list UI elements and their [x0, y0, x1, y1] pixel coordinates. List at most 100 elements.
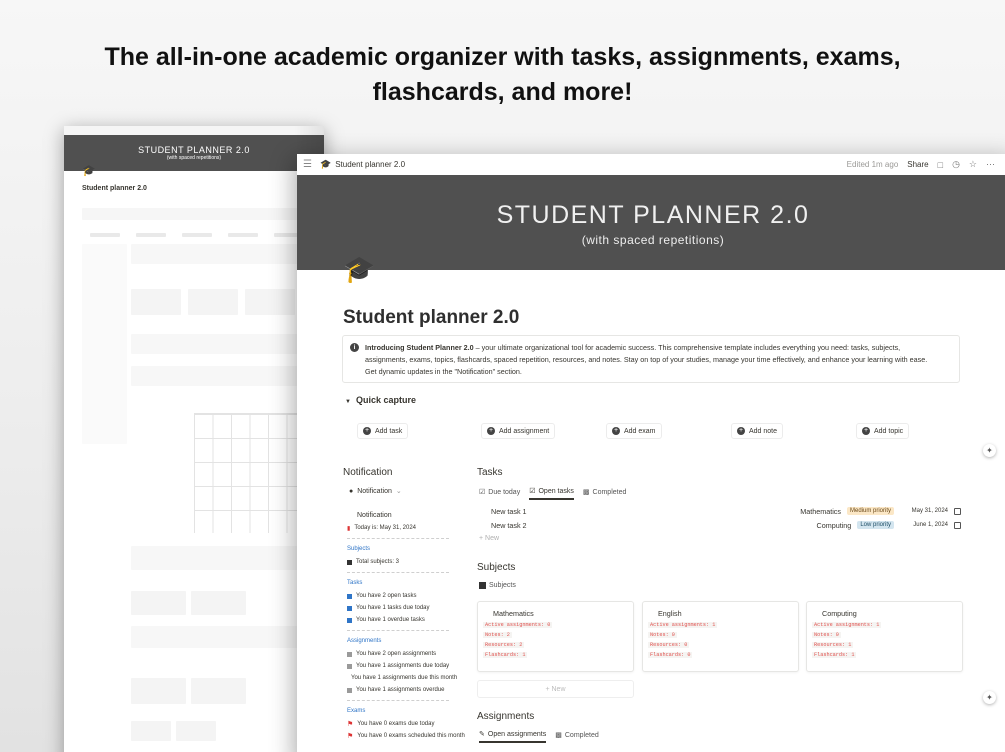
today-text: Today is: May 31, 2024 [354, 525, 417, 531]
tab-open-assignments[interactable]: ✎ Open assignments [479, 730, 547, 743]
card-title: English [658, 609, 682, 618]
task-checkbox[interactable] [954, 507, 961, 515]
button-label: Add exam [624, 427, 656, 435]
cover-banner: STUDENT PLANNER 2.0 (with spaced repetit… [297, 175, 1005, 270]
tab-label: Open assignments [487, 730, 547, 738]
task-date: June 1, 2024 [913, 522, 948, 528]
marketing-headline: The all-in-one academic organizer with t… [0, 40, 1005, 110]
table-row[interactable]: New task 2 Computing Low priority June 1… [491, 518, 961, 532]
back-cover-subtitle: (with spaced repetitions) [166, 155, 222, 161]
callout-bold: Introducing Student Planner 2.0 [365, 343, 474, 352]
menu-icon[interactable]: ☰ [303, 159, 312, 170]
flag-icon: ⚑ [347, 733, 354, 740]
tab-completed-assignments[interactable]: ▩ Completed [555, 730, 598, 743]
table-row[interactable]: New task 1 Mathematics Medium priority M… [491, 504, 961, 518]
tab-label: Completed [564, 731, 599, 739]
subject-card-computing[interactable]: Computing Active assignments: 1 Notes: 0… [806, 601, 963, 672]
assignments-tabs: ✎ Open assignments ▩ Completed [479, 730, 599, 743]
back-spaced-repetition [131, 626, 321, 648]
back-qc-button [228, 233, 258, 237]
tab-label: Completed [592, 488, 627, 496]
tab-due-today[interactable]: ☑ Due today [479, 487, 520, 500]
notification-line: You have 1 assignments due today [347, 660, 453, 672]
back-page-title: Student planner 2.0 [82, 185, 147, 192]
callout-rest: – your ultimate organizational tool for … [473, 343, 901, 352]
tab-subjects[interactable]: Subjects [479, 582, 516, 592]
document-icon [347, 687, 352, 693]
total-subjects: Total subjects: 3 [356, 559, 400, 565]
checkbox-icon: ▩ [582, 489, 590, 496]
task-date: May 31, 2024 [911, 508, 948, 514]
tab-completed[interactable]: ▩ Completed [583, 487, 626, 500]
more-icon[interactable]: ⋯ [986, 159, 995, 170]
bell-icon: ● [349, 487, 354, 495]
task-subject: Mathematics [800, 506, 841, 516]
edited-status: Edited 1m ago [846, 160, 899, 169]
tab-label: Open tasks [538, 487, 574, 495]
button-label: Add assignment [499, 427, 550, 435]
card-stat: Notes: 2 [483, 632, 512, 638]
notification-text: You have 0 exams due today [357, 721, 435, 727]
star-icon[interactable]: ☆ [969, 159, 977, 170]
notification-view-selector[interactable]: ● Notification ⌄ [349, 487, 402, 496]
notification-text: You have 0 exams scheduled this month [357, 733, 465, 739]
plus-icon: + [487, 427, 495, 435]
checkbox-icon: ☑ [529, 488, 536, 495]
notification-panel: Notification ▮ Today is: May 31, 2024 Su… [343, 506, 465, 742]
back-topbar [64, 126, 324, 135]
back-exams [131, 366, 321, 386]
tab-label: Due today [488, 488, 521, 496]
add-topic-button[interactable]: + Add topic [856, 423, 910, 439]
card-stat: Flashcards: 1 [483, 652, 528, 658]
notification-line: You have 1 assignments overdue [347, 684, 453, 696]
ai-sparkle-button[interactable]: ✦ [983, 691, 996, 704]
card-stat: Resources: 1 [812, 642, 854, 648]
exams-section-title: Exams [347, 708, 366, 714]
add-assignment-button[interactable]: + Add assignment [481, 423, 556, 439]
callout-line-3: Get dynamic updates in the "Notification… [365, 367, 522, 376]
back-qc-button [136, 233, 166, 237]
assignments-heading: Assignments [477, 711, 535, 722]
cover-subtitle: (with spaced repetitions) [581, 233, 725, 247]
card-stat: Active assignments: 0 [483, 622, 553, 628]
cover-title: STUDENT PLANNER 2.0 [496, 201, 810, 229]
quick-capture-toggle[interactable]: ▼ Quick capture [345, 395, 416, 405]
back-notification-column [82, 244, 127, 444]
task-name[interactable]: New task 1 [491, 507, 769, 516]
back-subject-card [131, 289, 181, 315]
new-subject-button[interactable]: + New [477, 680, 634, 698]
notification-text: You have 1 assignments due this month [351, 675, 458, 681]
new-task-button[interactable]: + New [479, 535, 499, 542]
back-callout [82, 208, 308, 220]
card-stat: Flashcards: 0 [648, 652, 693, 658]
callout-line-2: assignments, exams, topics, flashcards, … [365, 355, 928, 364]
pen-icon: ✎ [479, 731, 485, 738]
notification-line: Total subjects: 3 [347, 556, 453, 568]
add-exam-button[interactable]: + Add exam [606, 423, 662, 439]
history-icon[interactable]: ◷ [952, 159, 960, 170]
add-note-button[interactable]: + Add note [731, 423, 784, 439]
task-name[interactable]: New task 2 [491, 521, 779, 530]
callout-line-1: Introducing Student Planner 2.0 – your u… [365, 342, 951, 354]
chevron-down-icon: ⌄ [395, 488, 402, 495]
page-title[interactable]: Student planner 2.0 [343, 307, 519, 329]
breadcrumb[interactable]: Student planner 2.0 [335, 160, 405, 169]
divider [347, 538, 449, 539]
quick-capture-label: Quick capture [355, 395, 416, 405]
task-checkbox[interactable] [954, 521, 961, 529]
graduation-cap-icon[interactable]: 🎓 [343, 254, 375, 285]
comment-icon[interactable]: □ [938, 160, 943, 170]
tasks-section-title: Tasks [347, 580, 363, 586]
add-task-button[interactable]: + Add task [357, 423, 409, 439]
document-icon [347, 663, 352, 669]
subject-card-english[interactable]: English Active assignments: 1 Notes: 0 R… [642, 601, 799, 672]
back-graduation-cap-icon: 🎓 [82, 165, 96, 177]
subject-card-mathematics[interactable]: Mathematics Active assignments: 0 Notes:… [477, 601, 634, 672]
tab-open-tasks[interactable]: ☑ Open tasks [529, 487, 574, 500]
back-subject-card [188, 289, 238, 315]
ai-sparkle-button[interactable]: ✦ [983, 444, 996, 457]
square-icon [347, 559, 352, 565]
share-button[interactable]: Share [907, 160, 928, 169]
card-stat: Flashcards: 1 [812, 652, 857, 658]
divider [347, 700, 449, 701]
